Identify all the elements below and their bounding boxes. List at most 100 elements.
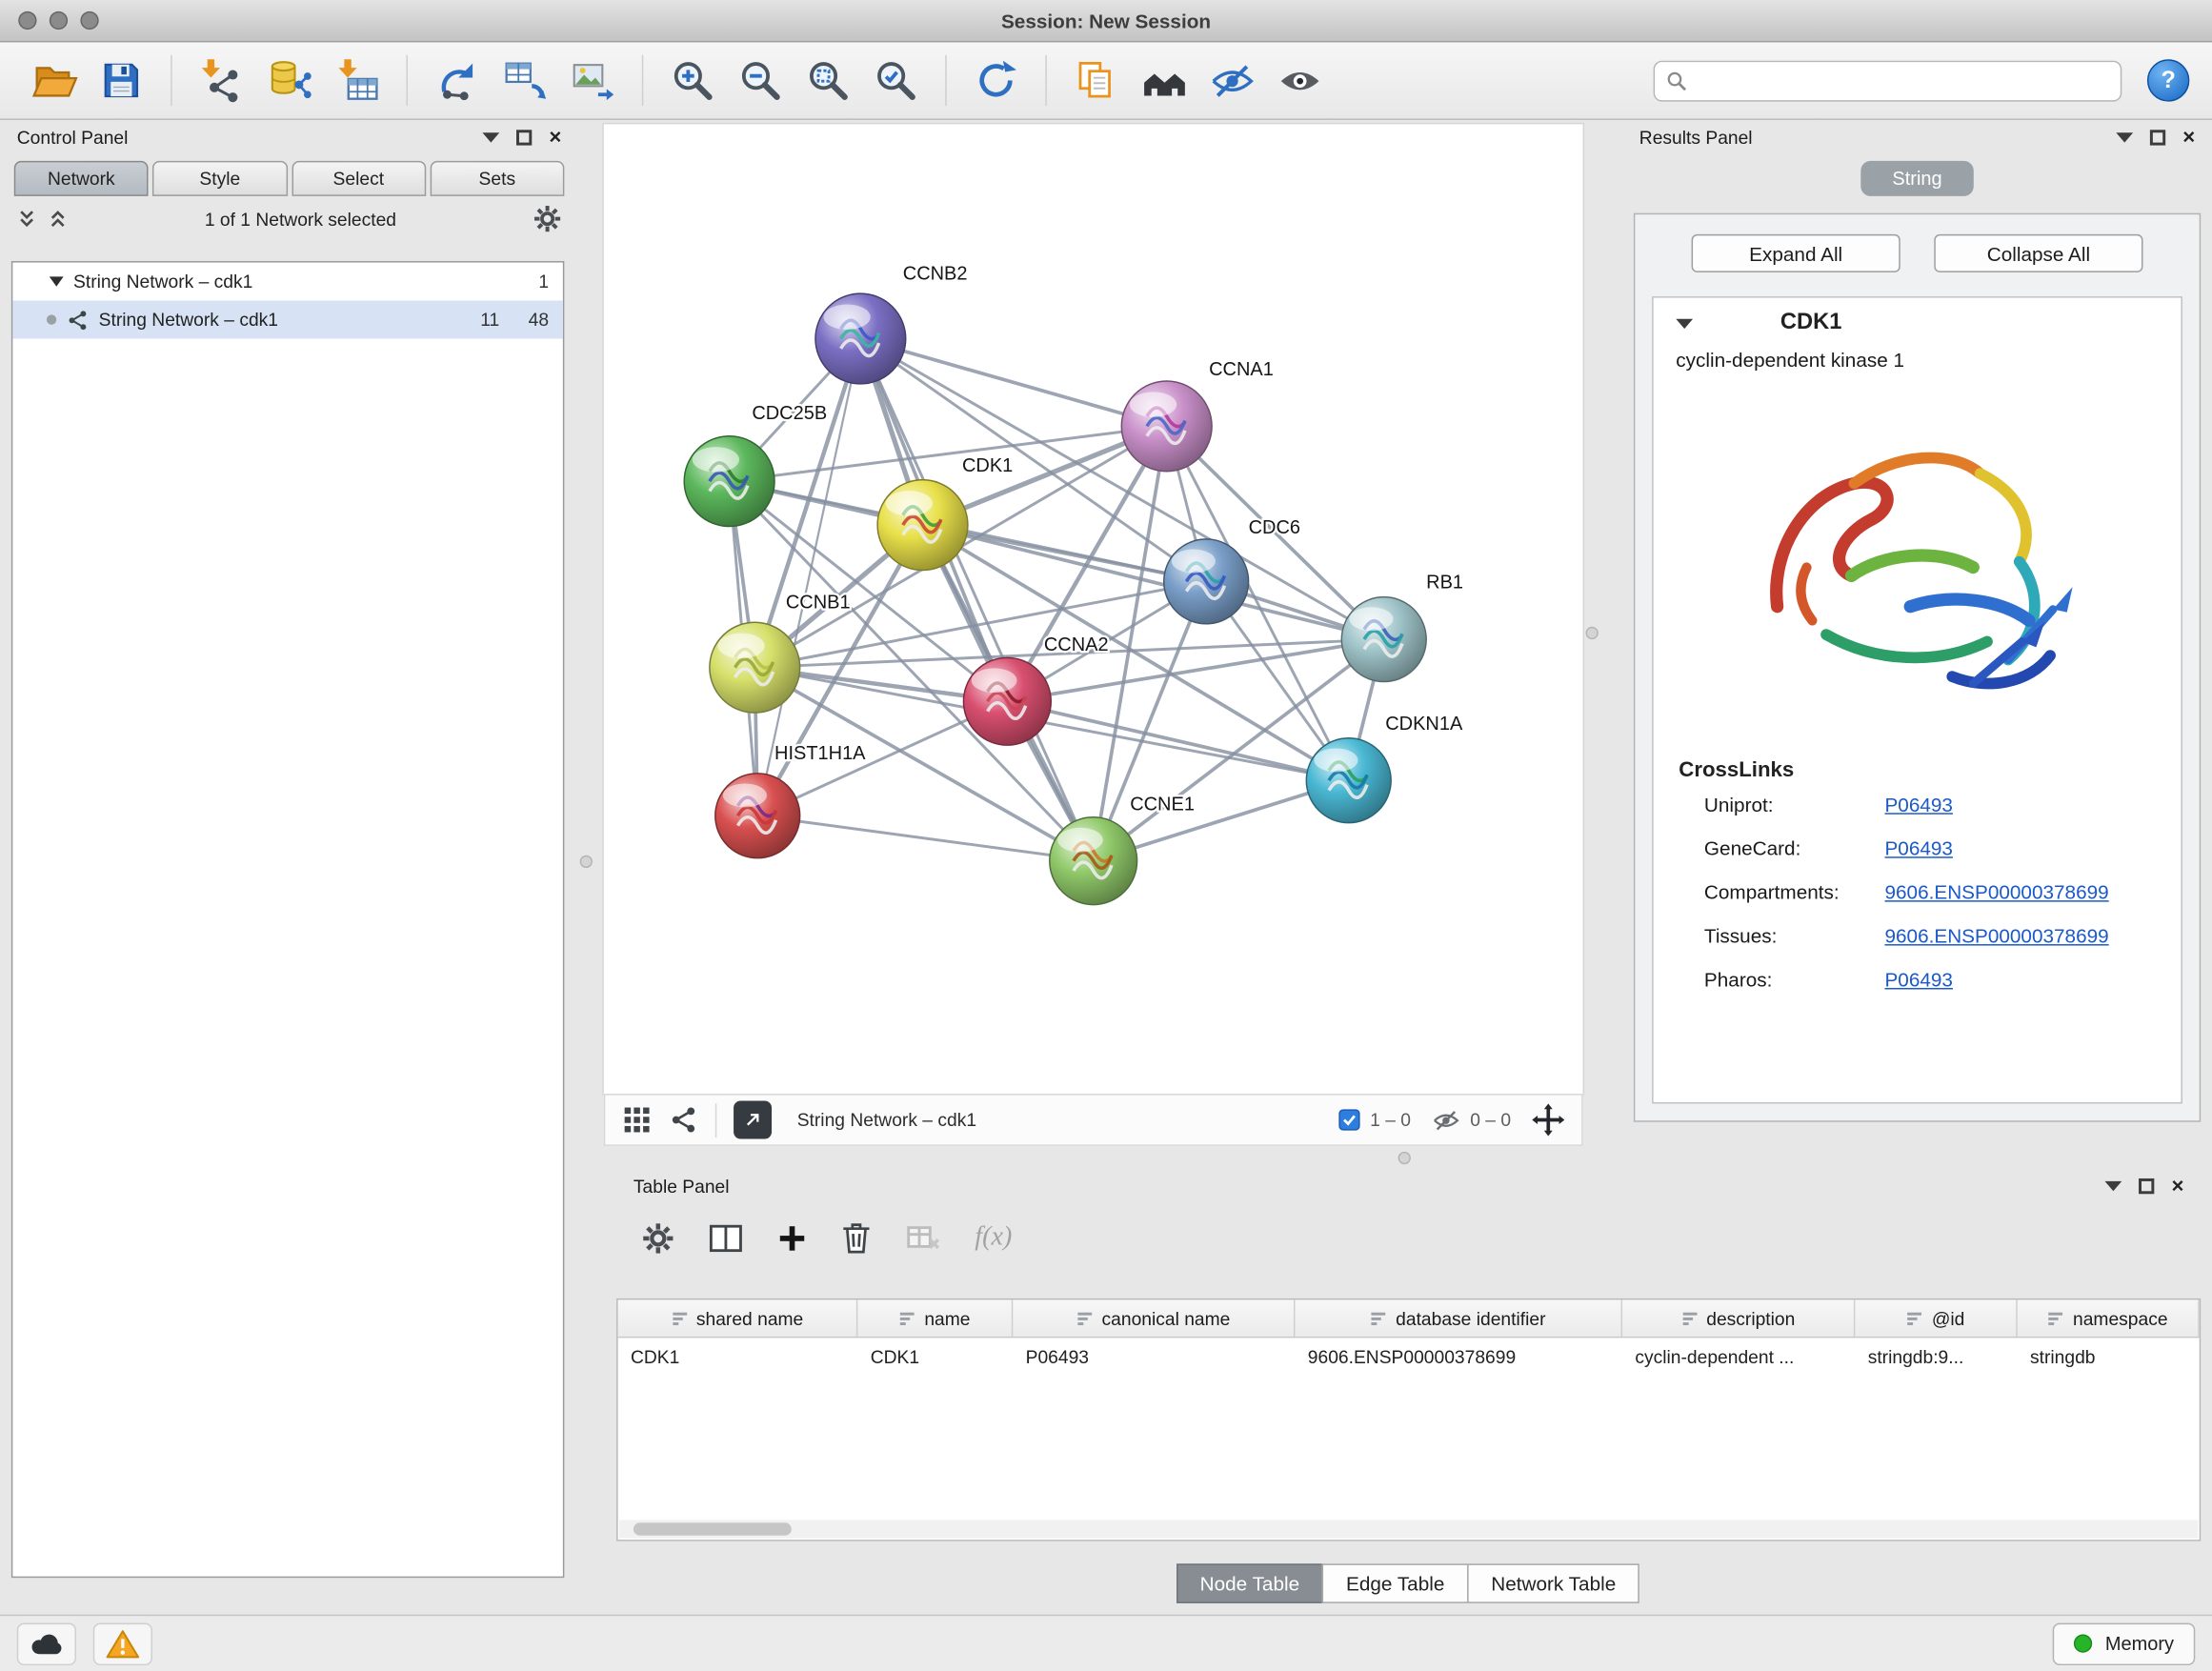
network-node-CCNA1[interactable]: CCNA1 <box>1121 359 1274 472</box>
export-image-button[interactable] <box>561 50 623 111</box>
float-panel-icon[interactable] <box>2150 130 2165 145</box>
close-panel-icon[interactable]: × <box>2182 127 2195 148</box>
tab-edge-table[interactable]: Edge Table <box>1322 1563 1469 1602</box>
horizontal-scrollbar[interactable] <box>619 1520 2198 1538</box>
float-panel-icon[interactable] <box>2139 1178 2154 1193</box>
column-header-description[interactable]: description <box>1622 1299 1855 1337</box>
collapse-all-chevrons-icon[interactable] <box>48 209 68 229</box>
cell-canonical-name[interactable]: P06493 <box>1013 1338 1295 1376</box>
save-session-button[interactable] <box>90 50 152 111</box>
import-network-from-database-button[interactable] <box>258 50 320 111</box>
clone-network-button[interactable] <box>426 50 488 111</box>
protein-section-header[interactable]: CDK1 <box>1654 298 2182 349</box>
cell-namespace[interactable]: stringdb <box>2018 1338 2200 1376</box>
crosslink-link-genecard[interactable]: P06493 <box>1884 836 1952 859</box>
bottom-splitter-handle[interactable] <box>1398 1152 1411 1164</box>
toolbar-search[interactable] <box>1654 60 2122 101</box>
delete-table-icon-disabled <box>906 1223 941 1253</box>
tab-string[interactable]: String <box>1860 161 1973 196</box>
import-network-from-file-button[interactable] <box>191 50 252 111</box>
show-hidden-button[interactable] <box>1268 50 1330 111</box>
left-splitter-handle[interactable] <box>580 856 593 868</box>
network-node-CDC6[interactable]: CDC6 <box>1164 517 1300 624</box>
tab-style[interactable]: Style <box>152 161 287 196</box>
network-view-canvas[interactable]: CCNB2CCNA1CDC25BCDK1CDC6RB1CCNB1CCNA2CDK… <box>604 124 1583 1094</box>
close-panel-icon[interactable]: × <box>2171 1175 2183 1196</box>
database-import-icon <box>267 58 312 103</box>
column-header-namespace[interactable]: namespace <box>2018 1299 2200 1337</box>
scrollbar-thumb[interactable] <box>633 1522 792 1535</box>
collapse-all-button[interactable]: Collapse All <box>1934 234 2142 272</box>
add-column-plus-icon[interactable] <box>777 1223 807 1253</box>
node-count: 11 <box>460 309 499 330</box>
export-view-button[interactable] <box>734 1100 772 1138</box>
cell-database-identifier[interactable]: 9606.ENSP00000378699 <box>1295 1338 1622 1376</box>
show-columns-icon[interactable] <box>708 1223 743 1253</box>
cell-name[interactable]: CDK1 <box>857 1338 1013 1376</box>
network-row[interactable]: String Network – cdk1 11 48 <box>12 301 563 339</box>
sort-icon <box>1681 1310 1699 1327</box>
zoom-in-button[interactable] <box>662 50 724 111</box>
network-node-RB1[interactable]: RB1 <box>1341 573 1463 682</box>
create-network-from-table-button[interactable] <box>493 50 555 111</box>
minimize-window-button[interactable] <box>50 11 68 30</box>
maximize-window-button[interactable] <box>80 11 98 30</box>
pan-crosshair-icon[interactable] <box>1532 1103 1564 1136</box>
network-collection-row[interactable]: String Network – cdk1 1 <box>12 263 563 301</box>
collapse-section-icon[interactable] <box>1676 318 1693 328</box>
selected-checkbox[interactable] <box>1339 1109 1360 1130</box>
import-table-from-file-button[interactable] <box>326 50 388 111</box>
tab-node-table[interactable]: Node Table <box>1176 1563 1323 1602</box>
refresh-network-button[interactable] <box>965 50 1027 111</box>
copy-document-button[interactable] <box>1065 50 1127 111</box>
gear-icon[interactable] <box>533 205 562 233</box>
close-window-button[interactable] <box>18 11 36 30</box>
open-session-button[interactable] <box>23 50 85 111</box>
gear-icon[interactable] <box>642 1221 674 1254</box>
crosslink-link-tissues[interactable]: 9606.ENSP00000378699 <box>1884 924 2108 947</box>
float-panel-icon[interactable] <box>516 130 532 145</box>
column-header-canonical-name[interactable]: canonical name <box>1013 1299 1295 1337</box>
cloud-status-button[interactable] <box>17 1622 76 1664</box>
hide-selected-button[interactable] <box>1200 50 1262 111</box>
zoom-selected-button[interactable] <box>865 50 927 111</box>
network-overview-icon[interactable] <box>669 1105 698 1135</box>
table-row[interactable]: CDK1 CDK1 P06493 9606.ENSP00000378699 cy… <box>618 1338 2200 1376</box>
network-node-CCNB2[interactable]: CCNB2 <box>815 263 968 384</box>
cell-description[interactable]: cyclin-dependent ... <box>1622 1338 1855 1376</box>
network-node-CDKN1A[interactable]: CDKN1A <box>1306 714 1463 823</box>
grid-view-icon[interactable] <box>622 1105 652 1135</box>
network-node-HIST1H1A[interactable]: HIST1H1A <box>715 743 866 858</box>
panel-menu-icon[interactable] <box>2105 1180 2122 1190</box>
crosslink-link-pharos[interactable]: P06493 <box>1884 967 1952 990</box>
crosslink-link-compartments[interactable]: 9606.ENSP00000378699 <box>1884 880 2108 903</box>
tab-sets[interactable]: Sets <box>430 161 564 196</box>
close-panel-icon[interactable]: × <box>549 127 561 148</box>
crosslink-link-uniprot[interactable]: P06493 <box>1884 793 1952 815</box>
panel-menu-icon[interactable] <box>483 132 500 142</box>
search-input[interactable] <box>1696 70 2109 91</box>
zoom-out-button[interactable] <box>730 50 792 111</box>
network-node-CDK1[interactable]: CDK1 <box>877 455 1013 571</box>
warnings-button[interactable] <box>93 1622 152 1664</box>
crosslink-label: GeneCard: <box>1704 836 1885 859</box>
memory-button[interactable]: Memory <box>2053 1622 2195 1664</box>
tab-network-table[interactable]: Network Table <box>1467 1563 1639 1602</box>
tree-expand-icon[interactable] <box>50 276 64 286</box>
column-header-database-identifier[interactable]: database identifier <box>1295 1299 1622 1337</box>
delete-column-trash-icon[interactable] <box>841 1220 873 1255</box>
column-header-shared-name[interactable]: shared name <box>618 1299 858 1337</box>
column-header-id[interactable]: @id <box>1855 1299 2017 1337</box>
cell-shared-name[interactable]: CDK1 <box>618 1338 858 1376</box>
tab-network[interactable]: Network <box>14 161 149 196</box>
panel-menu-icon[interactable] <box>2117 132 2134 142</box>
help-button[interactable]: ? <box>2147 59 2189 101</box>
expand-all-button[interactable]: Expand All <box>1692 234 1900 272</box>
expand-all-chevrons-icon[interactable] <box>17 209 37 229</box>
tab-select[interactable]: Select <box>292 161 426 196</box>
column-header-name[interactable]: name <box>857 1299 1013 1337</box>
show-all-views-button[interactable] <box>1133 50 1195 111</box>
zoom-fit-button[interactable] <box>797 50 859 111</box>
right-splitter-handle[interactable] <box>1586 627 1599 639</box>
cell-id[interactable]: stringdb:9... <box>1855 1338 2017 1376</box>
